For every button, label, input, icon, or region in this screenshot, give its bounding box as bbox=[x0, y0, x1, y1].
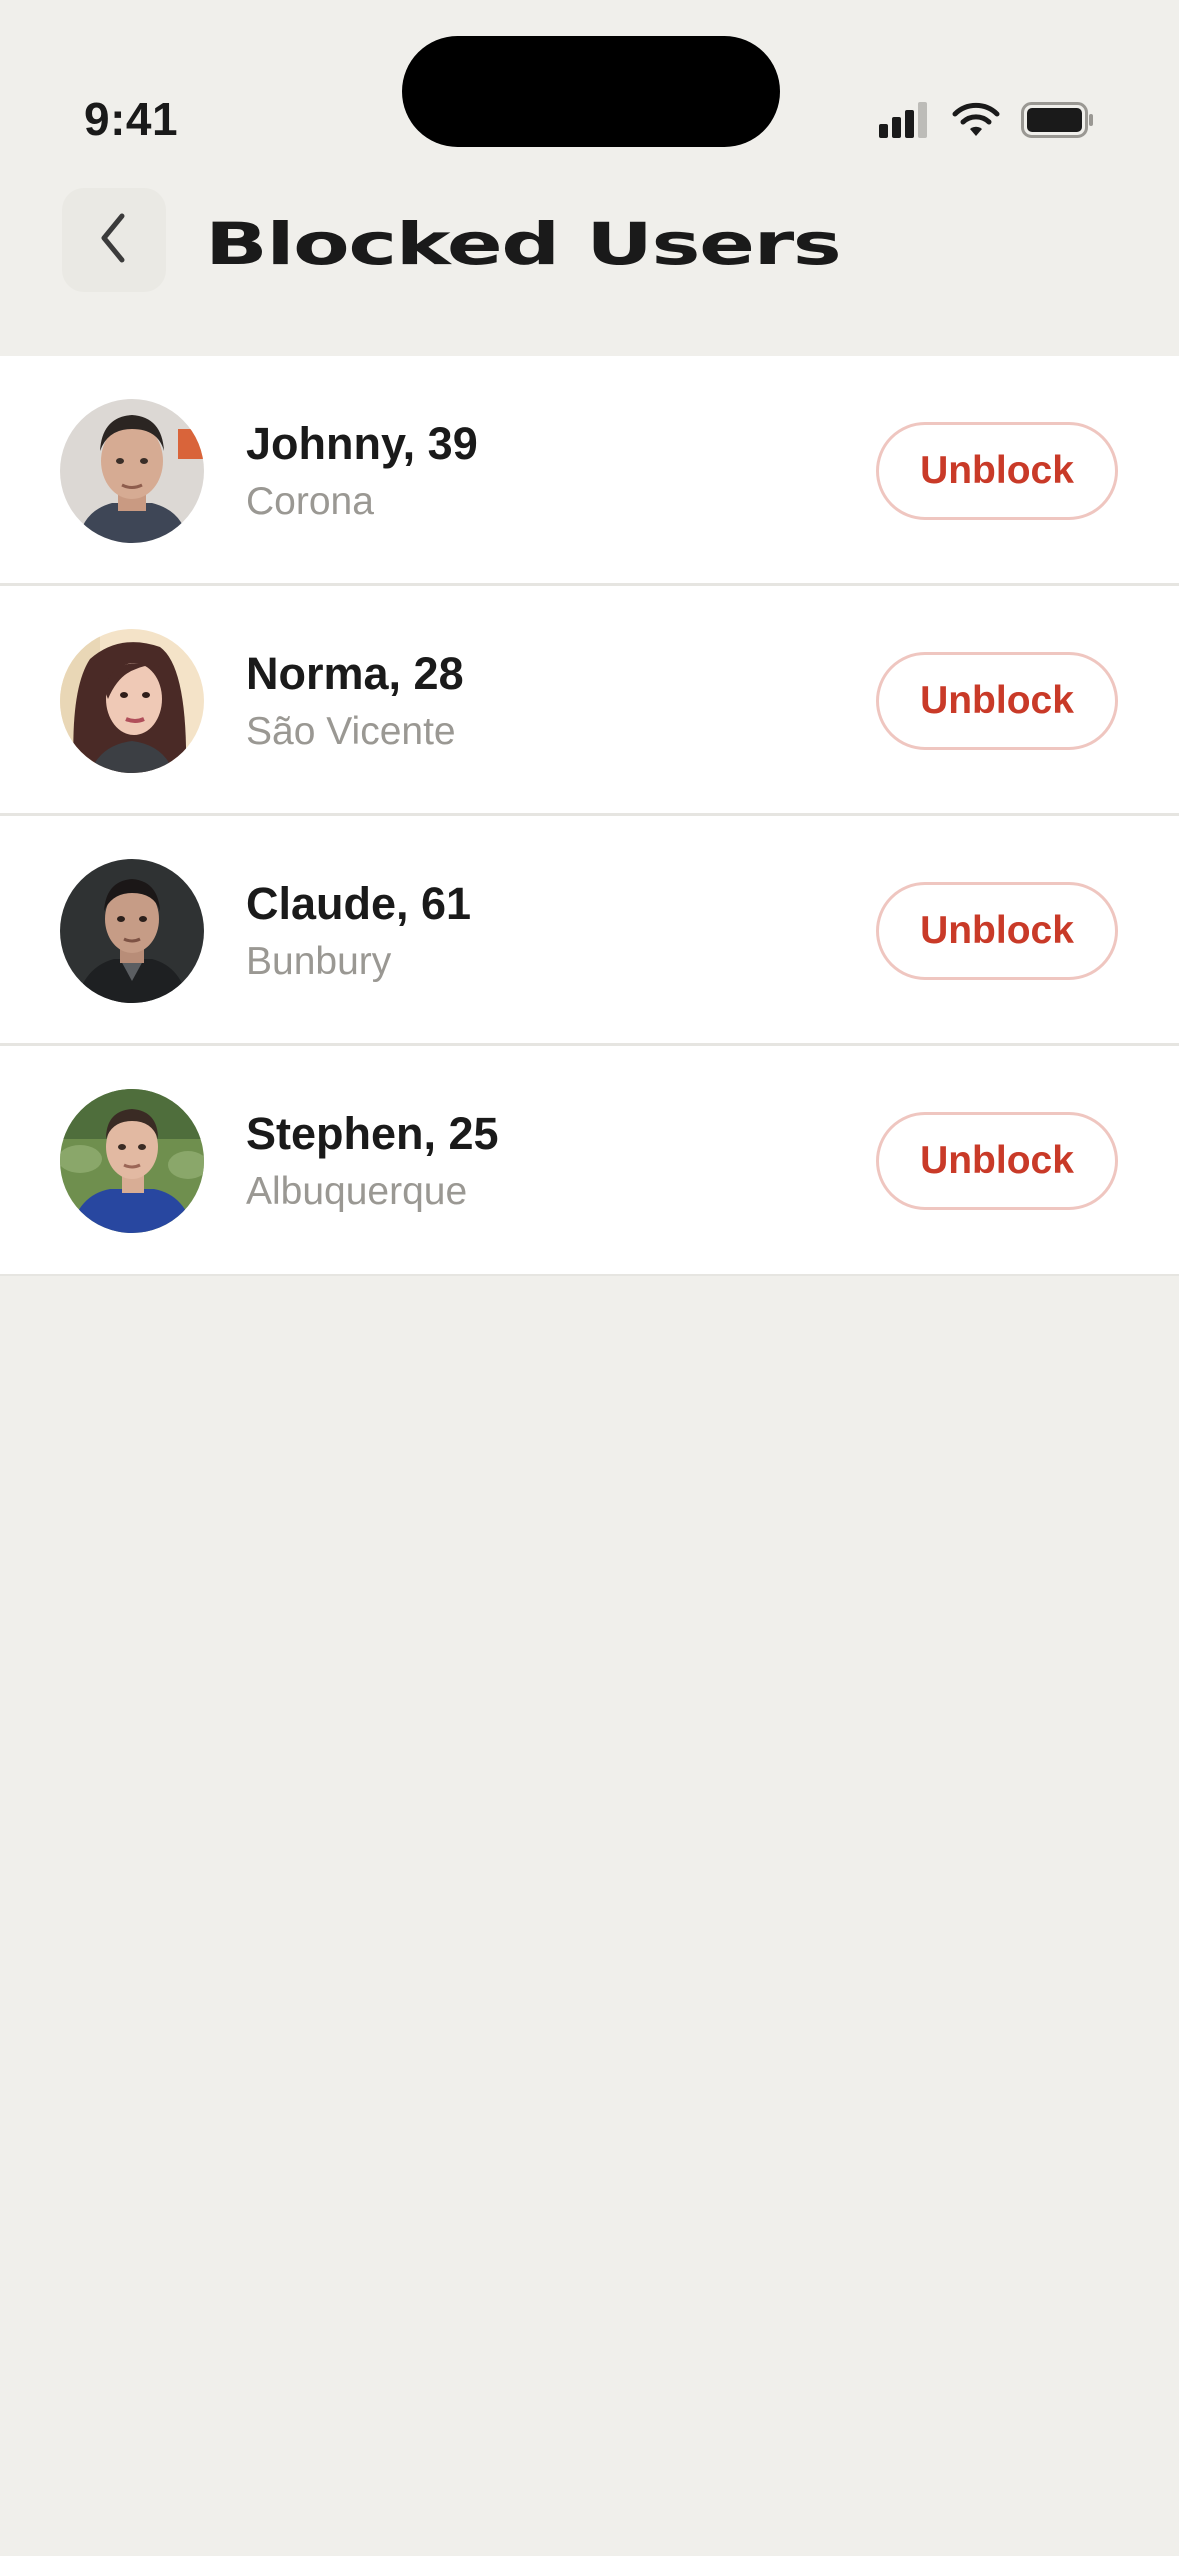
back-button[interactable] bbox=[62, 188, 166, 292]
list-item: Norma, 28 São Vicente Unblock bbox=[0, 586, 1179, 816]
user-city: São Vicente bbox=[246, 710, 456, 753]
status-time: 9:41 bbox=[84, 93, 179, 145]
chevron-left-icon bbox=[94, 210, 134, 270]
list-item: Johnny, 39 Corona Unblock bbox=[0, 356, 1179, 586]
user-name: Claude, 61 bbox=[246, 878, 472, 929]
unblock-button[interactable]: Unblock bbox=[876, 1112, 1118, 1210]
unblock-button[interactable]: Unblock bbox=[876, 652, 1118, 750]
page-title: Blocked Users bbox=[205, 210, 842, 278]
battery-icon bbox=[1021, 102, 1095, 142]
avatar bbox=[60, 629, 204, 773]
unblock-button[interactable]: Unblock bbox=[876, 882, 1118, 980]
user-city: Albuquerque bbox=[246, 1170, 468, 1213]
list-item: Claude, 61 Bunbury Unblock bbox=[0, 816, 1179, 1046]
user-name: Stephen, 25 bbox=[246, 1108, 499, 1159]
user-city: Bunbury bbox=[246, 940, 392, 983]
avatar bbox=[60, 1089, 204, 1233]
unblock-button[interactable]: Unblock bbox=[876, 422, 1118, 520]
user-city: Corona bbox=[246, 480, 374, 523]
dynamic-island bbox=[402, 36, 780, 147]
blocked-users-list: Johnny, 39 Corona Unblock Norma, 28 São … bbox=[0, 356, 1179, 1276]
user-name: Johnny, 39 bbox=[246, 418, 478, 469]
status-bar: 9:41 bbox=[0, 0, 1179, 160]
avatar bbox=[60, 399, 204, 543]
status-icons bbox=[879, 102, 1095, 142]
list-item: Stephen, 25 Albuquerque Unblock bbox=[0, 1046, 1179, 1276]
avatar bbox=[60, 859, 204, 1003]
cellular-signal-icon bbox=[879, 102, 931, 142]
user-name: Norma, 28 bbox=[246, 648, 464, 699]
wifi-icon bbox=[951, 102, 1001, 142]
nav-bar: Blocked Users bbox=[0, 180, 1179, 310]
